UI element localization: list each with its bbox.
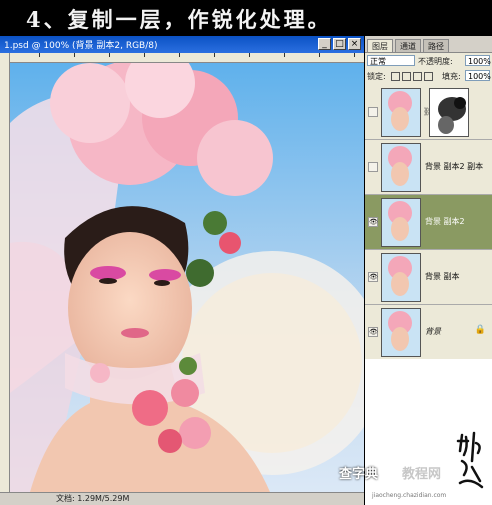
lock-icon: 🔒 — [474, 325, 486, 335]
lock-pixels-icon[interactable] — [402, 72, 411, 81]
tutorial-caption: 4、复制一层，作锐化处理。 — [0, 0, 492, 36]
document-size: 文档: 1.29M/5.29M — [56, 494, 130, 503]
caption-text: 4、复制一层，作锐化处理。 — [26, 7, 332, 32]
blend-row: 正常 不透明度: 100% — [367, 55, 491, 68]
watermark-url: jiaocheng.chazidian.com — [372, 492, 447, 499]
lock-label: 锁定: — [367, 72, 386, 81]
image-canvas[interactable] — [10, 63, 364, 492]
eye-icon[interactable]: 👁 — [368, 327, 378, 337]
portrait-photo — [10, 63, 364, 492]
minimize-button[interactable]: _ — [318, 38, 331, 50]
layers-panel-body: 正常 不透明度: 100% 锁定: 填充: 100% ⛓ — [365, 52, 492, 505]
layer-name: 背景 副本2 — [425, 217, 465, 226]
tab-channels[interactable]: 通道 — [395, 39, 421, 52]
layer-thumbnail — [381, 253, 421, 302]
visibility-toggle[interactable] — [368, 107, 378, 117]
vertical-ruler[interactable] — [0, 53, 10, 504]
layer-mask-thumbnail[interactable] — [429, 88, 469, 137]
blend-mode-select[interactable]: 正常 — [367, 55, 415, 66]
horizontal-ruler[interactable] — [9, 53, 364, 63]
layer-name: 背景 副本2 副本 — [425, 162, 484, 171]
watermark-site-a: 查字典 — [339, 467, 379, 482]
watermark-site-b: 教程网 — [402, 467, 442, 482]
status-bar: 文档: 1.29M/5.29M — [0, 492, 364, 505]
lock-transparent-icon[interactable] — [391, 72, 400, 81]
fill-input[interactable]: 100% — [465, 70, 491, 81]
layer-thumbnail — [381, 88, 421, 137]
layer-row[interactable]: 👁 背景 副本 — [365, 250, 492, 305]
opacity-label: 不透明度: — [418, 57, 453, 66]
layer-row[interactable]: 👁 背景 🔒 — [365, 305, 492, 360]
panel-tabs: 图层 通道 路径 — [365, 39, 492, 53]
layer-name: 背景 — [425, 327, 441, 336]
layer-row[interactable]: ⛓ — [365, 85, 492, 140]
eye-icon[interactable]: 👁 — [368, 217, 378, 227]
lock-position-icon[interactable] — [413, 72, 422, 81]
layer-thumbnail — [381, 143, 421, 192]
opacity-input[interactable]: 100% — [465, 55, 491, 66]
tab-paths[interactable]: 路径 — [423, 39, 449, 52]
signature-mark — [456, 431, 484, 489]
document-title: 1.psd @ 100% (背景 副本2, RGB/8) — [4, 41, 158, 51]
document-window: 1.psd @ 100% (背景 副本2, RGB/8) _ □ × 文档: 1… — [0, 36, 364, 505]
document-titlebar[interactable]: 1.psd @ 100% (背景 副本2, RGB/8) _ □ × — [0, 36, 364, 53]
layer-thumbnail — [381, 308, 421, 357]
maximize-button[interactable]: □ — [333, 38, 346, 50]
layer-name: 背景 副本 — [425, 272, 460, 281]
layer-row-selected[interactable]: 👁 背景 副本2 — [365, 195, 492, 250]
lock-row: 锁定: 填充: 100% — [367, 70, 491, 83]
eye-icon[interactable]: 👁 — [368, 272, 378, 282]
close-button[interactable]: × — [348, 38, 361, 50]
tab-layers[interactable]: 图层 — [367, 39, 393, 52]
lock-all-icon[interactable] — [424, 72, 433, 81]
panel-empty-area — [365, 359, 492, 505]
fill-label: 填充: — [442, 72, 461, 81]
visibility-toggle[interactable] — [368, 162, 378, 172]
layer-thumbnail — [381, 198, 421, 247]
layers-list: ⛓ 背景 副本2 副本 👁 背景 副本2 — [365, 85, 492, 360]
layer-row[interactable]: 背景 副本2 副本 — [365, 140, 492, 195]
layers-panel: 图层 通道 路径 正常 不透明度: 100% 锁定: 填充: 100% ⛓ — [365, 36, 492, 505]
